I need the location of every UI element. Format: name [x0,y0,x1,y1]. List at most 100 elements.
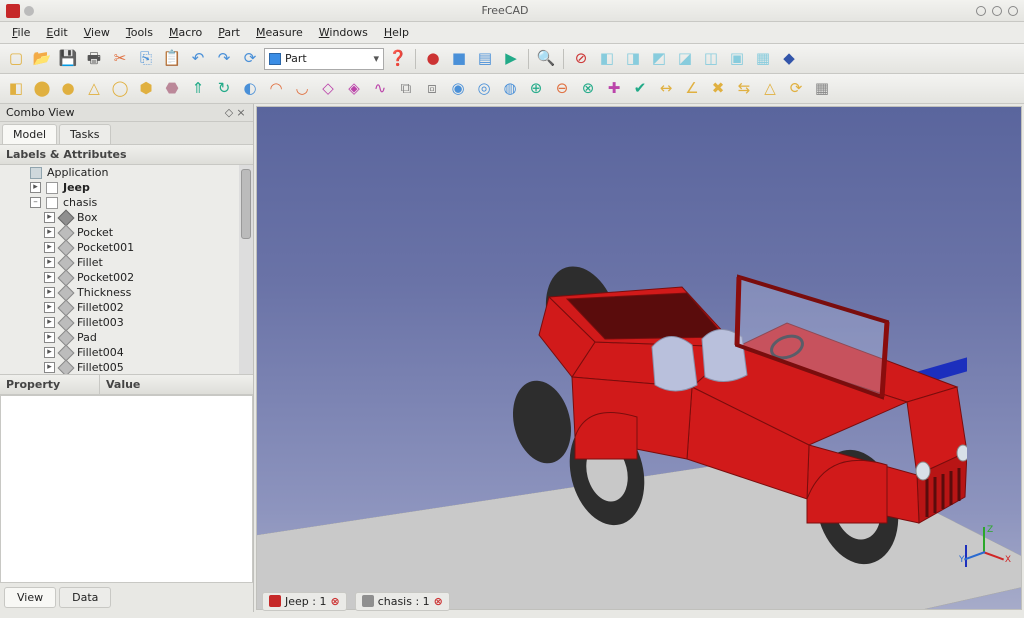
ruled-button[interactable]: ◇ [316,77,340,101]
cut-button[interactable]: ✂ [108,47,132,71]
new-button[interactable]: ▢ [4,47,28,71]
tree-root-label[interactable]: Application [45,166,110,179]
common-button[interactable]: ⊕ [524,77,548,101]
menu-measure[interactable]: Measure [248,24,311,41]
tree-node-fillet002[interactable]: ▸Fillet002 [42,300,253,315]
tab-model[interactable]: Model [2,124,57,144]
tree-expander-icon[interactable]: ▸ [44,257,55,268]
drawing-button[interactable]: ▦ [810,77,834,101]
tree-node-label[interactable]: Pad [75,331,99,344]
cross-button[interactable]: ⊗ [576,77,600,101]
tree-node-pad[interactable]: ▸ Pad [42,330,253,345]
3d-viewport[interactable]: Z X Y [256,106,1022,610]
macro-stop-button[interactable]: ■ [447,47,471,71]
tree-node-fillet003[interactable]: ▸Fillet003 [42,315,253,330]
menu-macro[interactable]: Macro [161,24,210,41]
measure-clear-button[interactable]: ✖ [706,77,730,101]
chamfer-button[interactable]: ◡ [290,77,314,101]
tree-node-fillet004[interactable]: ▸ Fillet004 [42,345,253,360]
close-icon[interactable]: ⊗ [330,595,339,608]
tree-node-fillet[interactable]: ▸ Fillet [42,255,253,270]
menu-tools[interactable]: Tools [118,24,161,41]
tree-node-label[interactable]: Thickness [75,286,133,299]
tree-node-jeep[interactable]: ▸ Jeep [28,180,253,195]
panel-close-icon[interactable]: × [235,106,247,119]
box-button[interactable]: ◧ [4,77,28,101]
zoom-fit-button[interactable]: 🔍 [534,47,558,71]
measure-refresh-button[interactable]: ⟳ [784,77,808,101]
tree-node-label[interactable]: Fillet003 [75,316,126,329]
boolean-button[interactable]: ◉ [446,77,470,101]
doc-tab-chasis[interactable]: chasis : 1 ⊗ [355,592,450,611]
tree-expander-icon[interactable]: – [30,197,41,208]
refresh-button[interactable]: ⟳ [238,47,262,71]
tree-node-box[interactable]: ▸ Box [42,210,253,225]
macro-record-button[interactable]: ● [421,47,445,71]
macro-list-button[interactable]: ▤ [473,47,497,71]
thickness-button[interactable]: ⧈ [420,77,444,101]
doc-tab-jeep[interactable]: Jeep : 1 ⊗ [262,592,347,611]
tree-node-thickness[interactable]: ▸ Thickness [42,285,253,300]
sweep-button[interactable]: ∿ [368,77,392,101]
right-button[interactable]: ◪ [673,47,697,71]
tree-node-label[interactable]: Box [75,211,99,224]
tree-node-label[interactable]: Fillet [75,256,105,269]
menu-help[interactable]: Help [376,24,417,41]
tree-node-fillet005[interactable]: ▸Fillet005 [42,360,253,375]
tree-node-label[interactable]: Fillet005 [75,361,126,374]
check-button[interactable]: ✔ [628,77,652,101]
close-icon[interactable]: ⊗ [434,595,443,608]
workbench-selector[interactable]: Part▾ [264,48,384,70]
tab-view[interactable]: View [4,587,56,608]
primitives-button[interactable]: ⬢ [134,77,158,101]
tree-expander-icon[interactable]: ▸ [30,182,41,193]
tree-node-pocket[interactable]: ▸Pocket [42,225,253,240]
model-tree[interactable]: Application▸Jeep–chasis▸Box▸Pocket▸Pocke… [0,165,253,375]
front-button[interactable]: ◨ [621,47,645,71]
top-button[interactable]: ▣ [725,47,749,71]
compound-button[interactable]: ✚ [602,77,626,101]
tree-node-label[interactable]: Pocket002 [75,271,136,284]
tree-expander-icon[interactable]: ▸ [44,332,55,343]
menu-windows[interactable]: Windows [311,24,376,41]
tree-expander-icon[interactable]: ▸ [44,302,55,313]
cylinder-button[interactable]: ⬤ [30,77,54,101]
tree-expander-icon[interactable]: ▸ [44,212,55,223]
tree-node-label[interactable]: Pocket001 [75,241,136,254]
tree-node-label[interactable]: Jeep [61,181,92,194]
tree-scrollbar[interactable] [239,165,253,374]
loft-button[interactable]: ◈ [342,77,366,101]
cut-button[interactable]: ◎ [472,77,496,101]
minimize-button[interactable] [976,6,986,16]
copy-button[interactable]: ⎘ [134,47,158,71]
tree-node-pocket001[interactable]: ▸Pocket001 [42,240,253,255]
undo-button[interactable]: ↶ [186,47,210,71]
tree-node-label[interactable]: Pocket [75,226,115,239]
menu-part[interactable]: Part [210,24,248,41]
tree-node-label[interactable]: chasis [61,196,99,209]
tree-expander-icon[interactable]: ▸ [44,347,55,358]
tree-expander-icon[interactable]: ▸ [44,287,55,298]
fuse-button[interactable]: ◍ [498,77,522,101]
whats-this-button[interactable]: ❓ [386,47,410,71]
left-button[interactable]: ◫ [699,47,723,71]
tree-node-label[interactable]: Fillet004 [75,346,126,359]
tree-scroll-thumb[interactable] [241,169,251,239]
window-menu-icon[interactable] [24,6,34,16]
menu-view[interactable]: View [76,24,118,41]
open-button[interactable]: 📂 [30,47,54,71]
save-button[interactable]: 💾 [56,47,80,71]
tree-node-chasis[interactable]: – chasis [28,195,253,210]
measure-ang-button[interactable]: ∠ [680,77,704,101]
mirror-button[interactable]: ◐ [238,77,262,101]
section-button[interactable]: ⊖ [550,77,574,101]
close-button[interactable] [1008,6,1018,16]
menu-edit[interactable]: Edit [38,24,75,41]
offset-button[interactable]: ⧉ [394,77,418,101]
tree-expander-icon[interactable]: ▸ [44,272,55,283]
print-button[interactable]: 🖶 [82,47,106,71]
jeep-model[interactable] [487,227,967,567]
menu-file[interactable]: File [4,24,38,41]
maximize-button[interactable] [992,6,1002,16]
isometric-button[interactable]: ◧ [595,47,619,71]
